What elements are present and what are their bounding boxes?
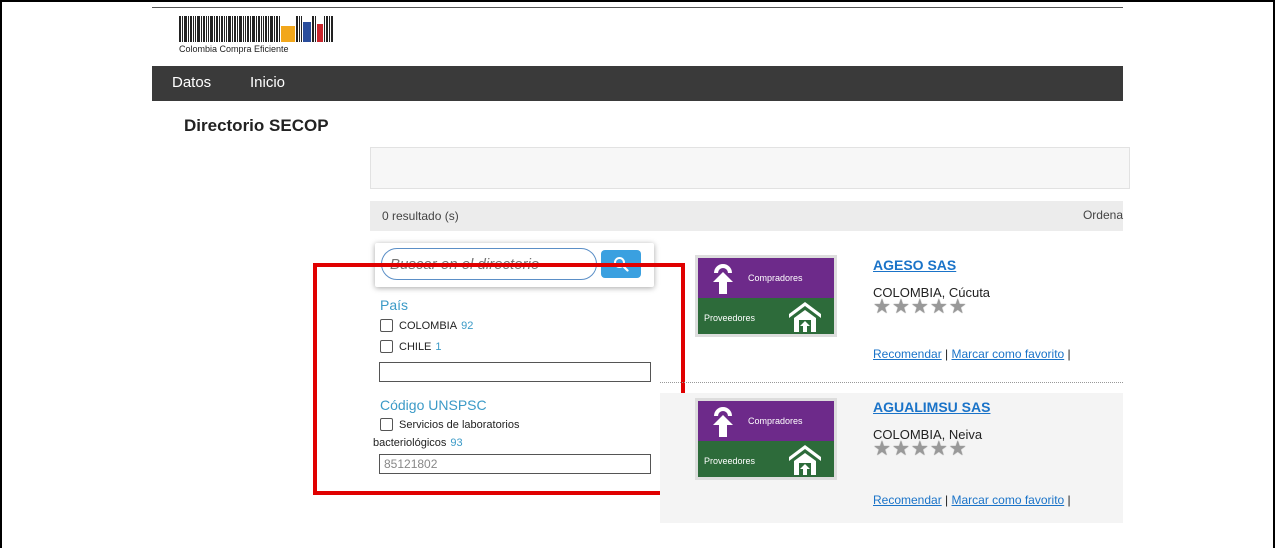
result-actions: Recomendar | Marcar como favorito | bbox=[873, 348, 1093, 361]
favorite-link[interactable]: Marcar como favorito bbox=[952, 493, 1065, 507]
site-header: Colombia Compra Eficiente bbox=[152, 8, 1123, 66]
arrow-up-icon bbox=[713, 407, 733, 437]
company-name-link[interactable]: AGUALIMSU SAS bbox=[873, 399, 990, 415]
star-icon[interactable]: ★ bbox=[892, 297, 910, 317]
rating-stars[interactable]: ★ ★ ★ ★ ★ bbox=[873, 439, 968, 459]
link-separator: | bbox=[941, 493, 952, 507]
page-title: Directorio SECOP bbox=[184, 116, 329, 135]
barcode-logo-icon bbox=[179, 16, 343, 42]
house-icon bbox=[789, 445, 821, 475]
supplier-thumbnail[interactable]: Compradores Proveedores bbox=[695, 398, 837, 480]
highlight-box bbox=[313, 263, 685, 495]
logo-text: Colombia Compra Eficiente bbox=[179, 44, 289, 54]
buyers-panel: Compradores bbox=[698, 401, 834, 441]
suppliers-panel: Proveedores bbox=[698, 441, 834, 477]
rating-stars[interactable]: ★ ★ ★ ★ ★ bbox=[873, 297, 968, 317]
star-icon[interactable]: ★ bbox=[911, 439, 929, 459]
link-separator-trailing: | bbox=[1064, 347, 1071, 361]
star-icon[interactable]: ★ bbox=[930, 297, 948, 317]
star-icon[interactable]: ★ bbox=[949, 439, 967, 459]
suppliers-label: Proveedores bbox=[704, 456, 756, 466]
link-separator: | bbox=[941, 347, 952, 361]
results-bar: 0 resultado (s) Ordena bbox=[370, 201, 1123, 231]
recommend-link[interactable]: Recomendar bbox=[873, 493, 942, 507]
directory-filter-bar bbox=[370, 147, 1130, 189]
star-icon[interactable]: ★ bbox=[892, 439, 910, 459]
top-navbar: Datos Inicio bbox=[152, 66, 1123, 101]
house-icon bbox=[789, 302, 821, 332]
colombia-compra-logo[interactable]: Colombia Compra Eficiente bbox=[179, 16, 349, 60]
favorite-link[interactable]: Marcar como favorito bbox=[952, 347, 1065, 361]
supplier-thumbnail[interactable]: Compradores Proveedores bbox=[695, 255, 837, 337]
suppliers-label: Proveedores bbox=[704, 313, 756, 323]
company-name-link[interactable]: AGESO SAS bbox=[873, 257, 956, 273]
star-icon[interactable]: ★ bbox=[873, 297, 891, 317]
result-actions: Recomendar | Marcar como favorito | bbox=[873, 494, 1093, 507]
star-icon[interactable]: ★ bbox=[873, 439, 891, 459]
star-icon[interactable]: ★ bbox=[949, 297, 967, 317]
buyers-panel: Compradores bbox=[698, 258, 834, 298]
sort-dropdown[interactable]: Ordena bbox=[1083, 208, 1123, 222]
results-count: 0 resultado (s) bbox=[382, 209, 459, 223]
suppliers-panel: Proveedores bbox=[698, 298, 834, 334]
recommend-link[interactable]: Recomendar bbox=[873, 347, 942, 361]
nav-item-datos[interactable]: Datos bbox=[172, 74, 211, 91]
link-separator-trailing: | bbox=[1064, 493, 1071, 507]
star-icon[interactable]: ★ bbox=[930, 439, 948, 459]
buyers-label: Compradores bbox=[748, 273, 803, 283]
result-card: Compradores Proveedores AGESO SAS COLOMB… bbox=[660, 251, 1123, 381]
result-card: Compradores Proveedores AGUALIMSU SAS CO… bbox=[660, 393, 1123, 523]
result-divider bbox=[660, 382, 1123, 383]
nav-item-inicio[interactable]: Inicio bbox=[250, 74, 285, 91]
arrow-up-icon bbox=[713, 264, 733, 294]
buyers-label: Compradores bbox=[748, 416, 803, 426]
star-icon[interactable]: ★ bbox=[911, 297, 929, 317]
